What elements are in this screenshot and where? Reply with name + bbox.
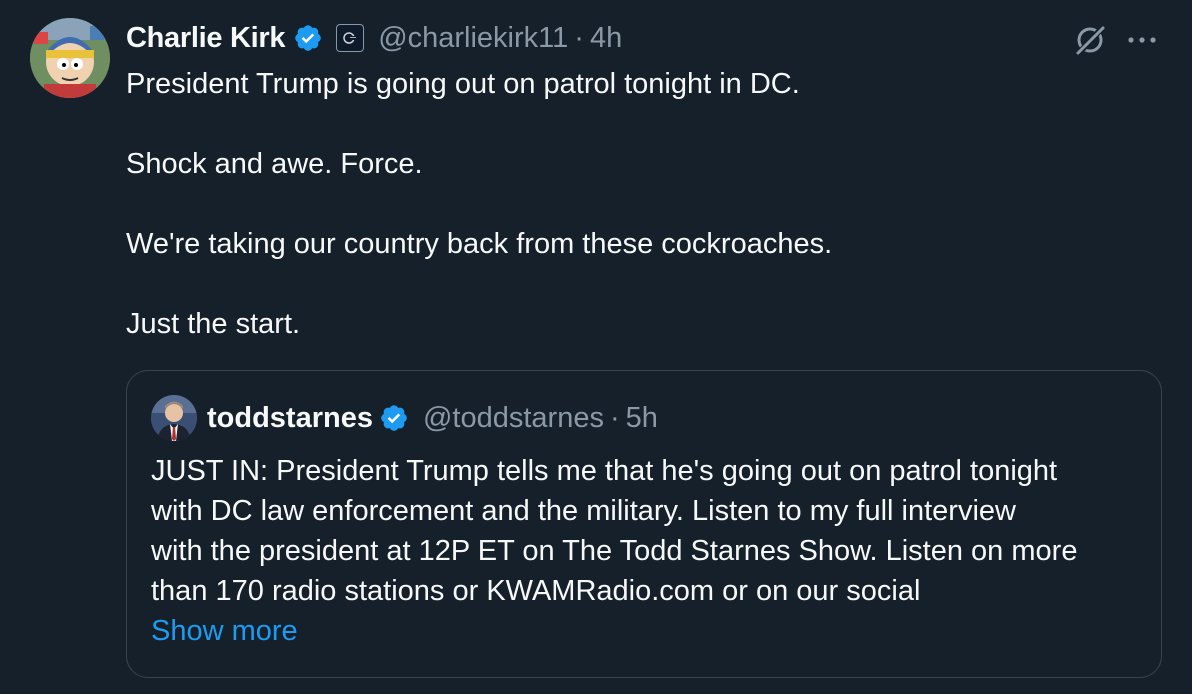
timestamp[interactable]: 4h — [590, 22, 622, 55]
quoted-timestamp[interactable]: 5h — [626, 402, 658, 435]
cartoon-avatar-icon — [30, 18, 110, 98]
quoted-tweet-header: toddstarnes @toddstarnes · 5h — [151, 395, 658, 441]
tweet-text-line: We're taking our country back from these… — [126, 228, 833, 260]
tweet-header: Charlie Kirk @charliekirk11 · 4h — [126, 16, 622, 60]
author-handle[interactable]: @charliekirk11 — [378, 22, 568, 55]
quoted-text-line: than 170 radio stations or KWAMRadio.com… — [151, 575, 921, 607]
quoted-tweet[interactable]: toddstarnes @toddstarnes · 5h JUST IN: P… — [126, 370, 1162, 678]
tweet-text-line — [126, 264, 1126, 304]
more-icon[interactable] — [1122, 24, 1162, 56]
affiliation-logo-icon — [343, 32, 359, 44]
verified-badge-icon — [381, 405, 407, 431]
show-more-link[interactable]: Show more — [151, 615, 298, 647]
tweet[interactable]: Charlie Kirk @charliekirk11 · 4h Preside… — [0, 0, 1192, 694]
tweet-text-line — [126, 184, 1126, 224]
tweet-text-line: President Trump is going out on patrol t… — [126, 68, 800, 100]
quoted-author-avatar[interactable] — [151, 395, 197, 441]
separator-dot: · — [609, 401, 620, 434]
quoted-author-handle[interactable]: @toddstarnes — [423, 402, 604, 435]
quoted-tweet-text: JUST IN: President Trump tells me that h… — [151, 451, 1141, 651]
verified-badge-icon — [295, 25, 321, 51]
quoted-author-name[interactable]: toddstarnes — [207, 402, 373, 435]
quoted-text-line: JUST IN: President Trump tells me that h… — [151, 455, 1058, 487]
author-name[interactable]: Charlie Kirk — [126, 22, 285, 55]
person-avatar-icon — [151, 395, 197, 441]
author-avatar[interactable] — [30, 18, 110, 98]
tweet-text-line: Just the start. — [126, 308, 301, 340]
quoted-text-line: with the president at 12P ET on The Todd… — [151, 535, 1078, 567]
tweet-text-line — [126, 104, 1126, 144]
separator-dot: · — [574, 21, 584, 54]
tweet-text-line: Shock and awe. Force. — [126, 148, 423, 180]
quoted-text-line: with DC law enforcement and the military… — [151, 495, 1016, 527]
tweet-text: President Trump is going out on patrol t… — [126, 64, 1126, 344]
grok-icon[interactable] — [1072, 22, 1108, 58]
affiliation-badge-icon[interactable] — [336, 24, 365, 52]
